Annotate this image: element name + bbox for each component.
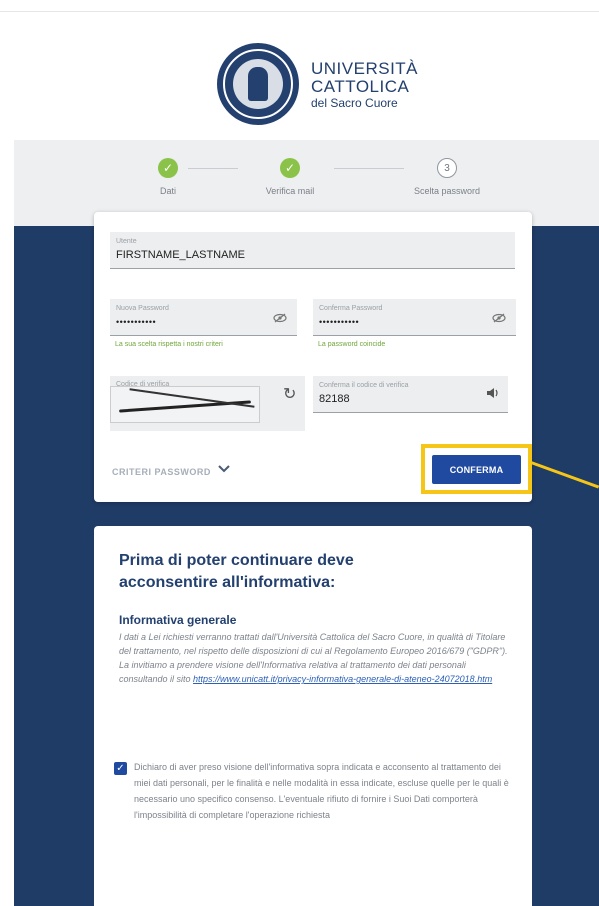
informativa-body: I dati a Lei richiesti verranno trattati…: [119, 630, 511, 686]
eye-off-icon[interactable]: [273, 313, 287, 323]
confirm-password-field[interactable]: Conferma Password •••••••••••: [313, 299, 516, 336]
check-icon: ✓: [158, 158, 178, 178]
informativa-subtitle: Informativa generale: [119, 613, 237, 627]
university-seal-icon: [217, 43, 299, 125]
informativa-link[interactable]: https://www.unicatt.it/privacy-informati…: [193, 674, 492, 684]
confirm-password-value: •••••••••••: [319, 317, 360, 327]
chevron-down-icon[interactable]: [218, 464, 230, 476]
stepper-connector: [188, 168, 238, 169]
new-password-label: Nuova Password: [116, 305, 169, 312]
new-password-hint: La sua scelta rispetta i nostri criteri: [115, 341, 223, 348]
step-label: Scelta password: [413, 186, 481, 196]
step-dati: ✓ Dati: [148, 158, 188, 196]
captcha-image: [110, 386, 260, 423]
step-label: Verifica mail: [265, 186, 315, 196]
conferma-button[interactable]: CONFERMA: [432, 455, 521, 484]
criteri-password-toggle[interactable]: CRITERI PASSWORD: [112, 467, 211, 477]
step-scelta-password: 3 Scelta password: [402, 158, 492, 196]
step-verifica-mail: ✓ Verifica mail: [250, 158, 330, 196]
consent-checkbox[interactable]: ✓: [114, 762, 127, 775]
refresh-icon[interactable]: ↻: [283, 384, 296, 404]
volume-icon[interactable]: [486, 387, 500, 402]
captcha-confirm-field[interactable]: Conferma il codice di verifica 82188: [313, 376, 508, 413]
check-icon: ✓: [280, 158, 300, 178]
logo-line-1: UNIVERSITÀ: [311, 58, 419, 78]
username-value: FIRSTNAME_LASTNAME: [116, 249, 245, 261]
confirm-password-label: Conferma Password: [319, 305, 383, 312]
new-password-value: •••••••••••: [116, 317, 157, 327]
eye-off-icon[interactable]: [492, 313, 506, 323]
stepper-connector: [334, 168, 404, 169]
new-password-field[interactable]: Nuova Password •••••••••••: [110, 299, 297, 336]
university-logo[interactable]: UNIVERSITÀ CATTOLICA del Sacro Cuore: [217, 43, 418, 125]
username-label: Utente: [116, 238, 137, 245]
username-field[interactable]: Utente FIRSTNAME_LASTNAME: [110, 232, 515, 269]
confirm-password-hint: La password coincide: [318, 341, 386, 348]
logo-text: UNIVERSITÀ CATTOLICA del Sacro Cuore: [311, 60, 418, 109]
step-number: 3: [437, 158, 457, 178]
informativa-title: Prima di poter continuare deve acconsent…: [119, 552, 354, 591]
captcha-confirm-label: Conferma il codice di verifica: [319, 382, 409, 389]
logo-line-3: del Sacro Cuore: [311, 95, 398, 110]
step-label: Dati: [159, 186, 176, 196]
captcha-confirm-value: 82188: [319, 393, 350, 405]
top-bar: [0, 0, 599, 12]
logo-line-2: CATTOLICA: [311, 76, 410, 96]
consent-declaration: Dichiaro di aver preso visione dell'info…: [134, 762, 509, 820]
informativa-body-1: I dati a Lei richiesti verranno trattati…: [119, 632, 508, 656]
